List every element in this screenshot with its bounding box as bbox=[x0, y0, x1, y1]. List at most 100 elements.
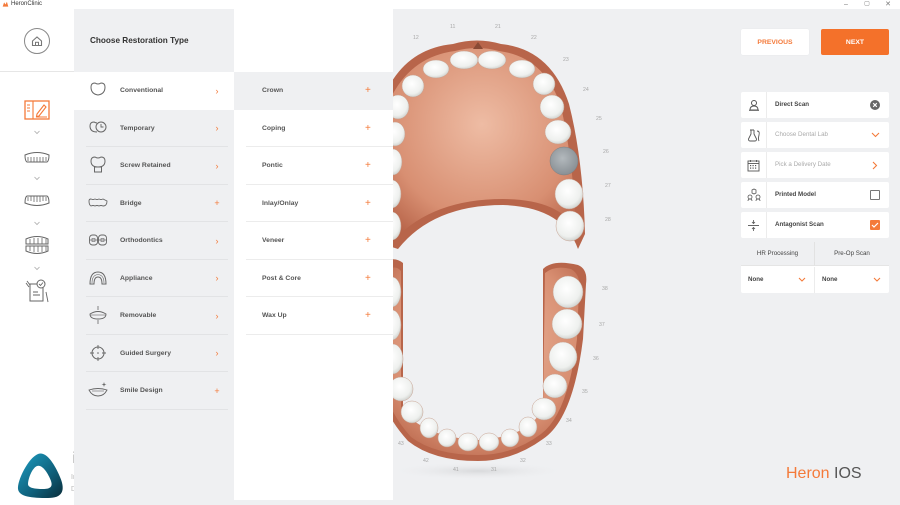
chevron-down-icon bbox=[873, 277, 881, 282]
tooth-number-31[interactable]: 31 bbox=[491, 467, 497, 473]
pre-op-scan-header: Pre-Op Scan bbox=[815, 242, 889, 266]
subtype-crown[interactable]: Crown + bbox=[234, 72, 393, 110]
rail-step-lower-jaw[interactable] bbox=[22, 188, 52, 212]
category-screw-retained[interactable]: Screw Retained › bbox=[74, 147, 234, 185]
tooth-number-34[interactable]: 34 bbox=[566, 418, 572, 424]
chevron-right-icon: › bbox=[215, 310, 219, 321]
idd-triangle-logo bbox=[17, 453, 63, 498]
tooth-number-22[interactable]: 22 bbox=[531, 35, 537, 41]
appliance-icon bbox=[89, 270, 107, 284]
product-brand: Heron IOS bbox=[786, 465, 862, 483]
previous-button[interactable]: PREVIOUS bbox=[741, 29, 809, 55]
printed-model-checkbox[interactable] bbox=[869, 189, 881, 201]
chevron-down-icon bbox=[34, 176, 40, 181]
window-title: HeronClinic bbox=[11, 1, 43, 7]
category-orthodontics[interactable]: Orthodontics › bbox=[74, 222, 234, 260]
calendar-icon bbox=[747, 159, 760, 171]
hr-processing-select[interactable]: None bbox=[741, 267, 815, 293]
category-removable[interactable]: Removable › bbox=[74, 297, 234, 335]
subtype-label: Post & Core bbox=[262, 274, 301, 282]
tooth-number-12[interactable]: 12 bbox=[413, 35, 419, 41]
calendar-icon-cell bbox=[741, 152, 767, 178]
tooth-number-27[interactable]: 27 bbox=[605, 183, 611, 189]
chevron-right-icon: › bbox=[215, 85, 219, 96]
tooth-number-43[interactable]: 43 bbox=[398, 441, 404, 447]
delivery-date-picker[interactable]: Pick a Delivery Date bbox=[741, 152, 889, 178]
checkbox-unchecked bbox=[870, 190, 880, 200]
category-conventional[interactable]: Conventional › bbox=[74, 72, 234, 110]
category-label: Temporary bbox=[120, 124, 155, 132]
maximize-button[interactable]: ▢ bbox=[861, 0, 873, 9]
chevron-down-icon bbox=[871, 132, 879, 138]
tooth-number-33[interactable]: 33 bbox=[546, 441, 552, 447]
rail-step-review[interactable] bbox=[22, 279, 52, 303]
heron-app-icon bbox=[2, 1, 9, 7]
category-label: Bridge bbox=[120, 199, 142, 207]
printed-model-label: Printed Model bbox=[775, 191, 816, 198]
close-button[interactable]: ✕ bbox=[882, 0, 894, 9]
tooth-number-37[interactable]: 37 bbox=[599, 322, 605, 328]
tooth-number-11[interactable]: 11 bbox=[450, 24, 455, 30]
rail-step-upper-jaw[interactable] bbox=[22, 146, 52, 170]
plus-icon: + bbox=[365, 235, 371, 247]
category-label: Guided Surgery bbox=[120, 349, 171, 357]
temporary-clock-icon bbox=[89, 120, 107, 132]
tooth-26-selected[interactable] bbox=[549, 146, 579, 176]
chevron-down-icon bbox=[34, 266, 40, 271]
chevron-down-icon bbox=[34, 221, 40, 226]
subtype-veneer[interactable]: Veneer + bbox=[234, 222, 393, 260]
category-bridge[interactable]: Bridge + bbox=[74, 185, 234, 222]
subtype-wax-up[interactable]: Wax Up + bbox=[234, 297, 393, 335]
tooth-number-42[interactable]: 42 bbox=[423, 458, 429, 464]
antagonist-icon-cell bbox=[741, 212, 767, 238]
subtype-post-core[interactable]: Post & Core + bbox=[234, 260, 393, 297]
chevron-right-icon: › bbox=[215, 235, 219, 246]
dental-lab-select[interactable]: Choose Dental Lab bbox=[741, 122, 889, 148]
subtype-label: Wax Up bbox=[262, 312, 287, 320]
title-bar: HeronClinic – ▢ ✕ bbox=[0, 0, 900, 9]
minimize-button[interactable]: – bbox=[840, 0, 852, 9]
pre-op-scan-select[interactable]: None bbox=[815, 267, 889, 293]
tooth-number-26[interactable]: 26 bbox=[603, 149, 609, 155]
plus-icon: + bbox=[365, 85, 371, 97]
dropdown-indicator bbox=[869, 129, 881, 141]
subtype-pontic[interactable]: Pontic + bbox=[234, 147, 393, 185]
home-button[interactable] bbox=[24, 28, 50, 54]
tooth-number-32[interactable]: 32 bbox=[520, 458, 526, 464]
printed-model-row[interactable]: Printed Model bbox=[741, 182, 889, 208]
category-label: Orthodontics bbox=[120, 237, 163, 245]
tooth-number-38[interactable]: 38 bbox=[602, 286, 608, 292]
subtype-inlay-onlay[interactable]: Inlay/Onlay + bbox=[234, 185, 393, 222]
category-label: Smile Design bbox=[120, 387, 163, 395]
tooth-number-41[interactable]: 41 bbox=[453, 467, 459, 473]
clear-icon bbox=[870, 100, 880, 110]
rail-step-bite[interactable] bbox=[22, 233, 52, 257]
tooth-number-21[interactable]: 21 bbox=[495, 24, 501, 30]
category-appliance[interactable]: Appliance › bbox=[74, 260, 234, 297]
subtype-coping[interactable]: Coping + bbox=[234, 110, 393, 147]
tooth-number-23[interactable]: 23 bbox=[563, 57, 569, 63]
antagonist-scan-row[interactable]: Antagonist Scan bbox=[741, 212, 889, 238]
subtype-label: Crown bbox=[262, 87, 284, 95]
tooth-number-24[interactable]: 24 bbox=[583, 87, 589, 93]
tooth-number-25[interactable]: 25 bbox=[596, 116, 602, 122]
tooth-number-36[interactable]: 36 bbox=[593, 356, 599, 362]
category-guided-surgery[interactable]: Guided Surgery › bbox=[74, 335, 234, 372]
rail-step-prescription[interactable] bbox=[22, 98, 52, 122]
category-temporary[interactable]: Temporary › bbox=[74, 110, 234, 147]
scan-type-row[interactable]: Direct Scan bbox=[741, 92, 889, 118]
checkbox-checked bbox=[870, 220, 880, 230]
user-scan-icon bbox=[748, 100, 759, 111]
category-smile-design[interactable]: Smile Design + bbox=[74, 372, 234, 410]
smile-design-icon bbox=[88, 382, 108, 397]
tooth-number-35[interactable]: 35 bbox=[582, 389, 588, 395]
checkmark-icon bbox=[871, 222, 879, 228]
dental-lab-icon bbox=[747, 129, 760, 142]
orthodontics-icon bbox=[89, 234, 107, 246]
chevron-down-icon bbox=[798, 277, 806, 282]
next-button[interactable]: NEXT bbox=[821, 29, 889, 55]
divider bbox=[246, 333, 393, 335]
clear-button[interactable] bbox=[869, 99, 881, 111]
tooth-number-28[interactable]: 28 bbox=[605, 217, 611, 223]
antagonist-scan-checkbox[interactable] bbox=[869, 219, 881, 231]
